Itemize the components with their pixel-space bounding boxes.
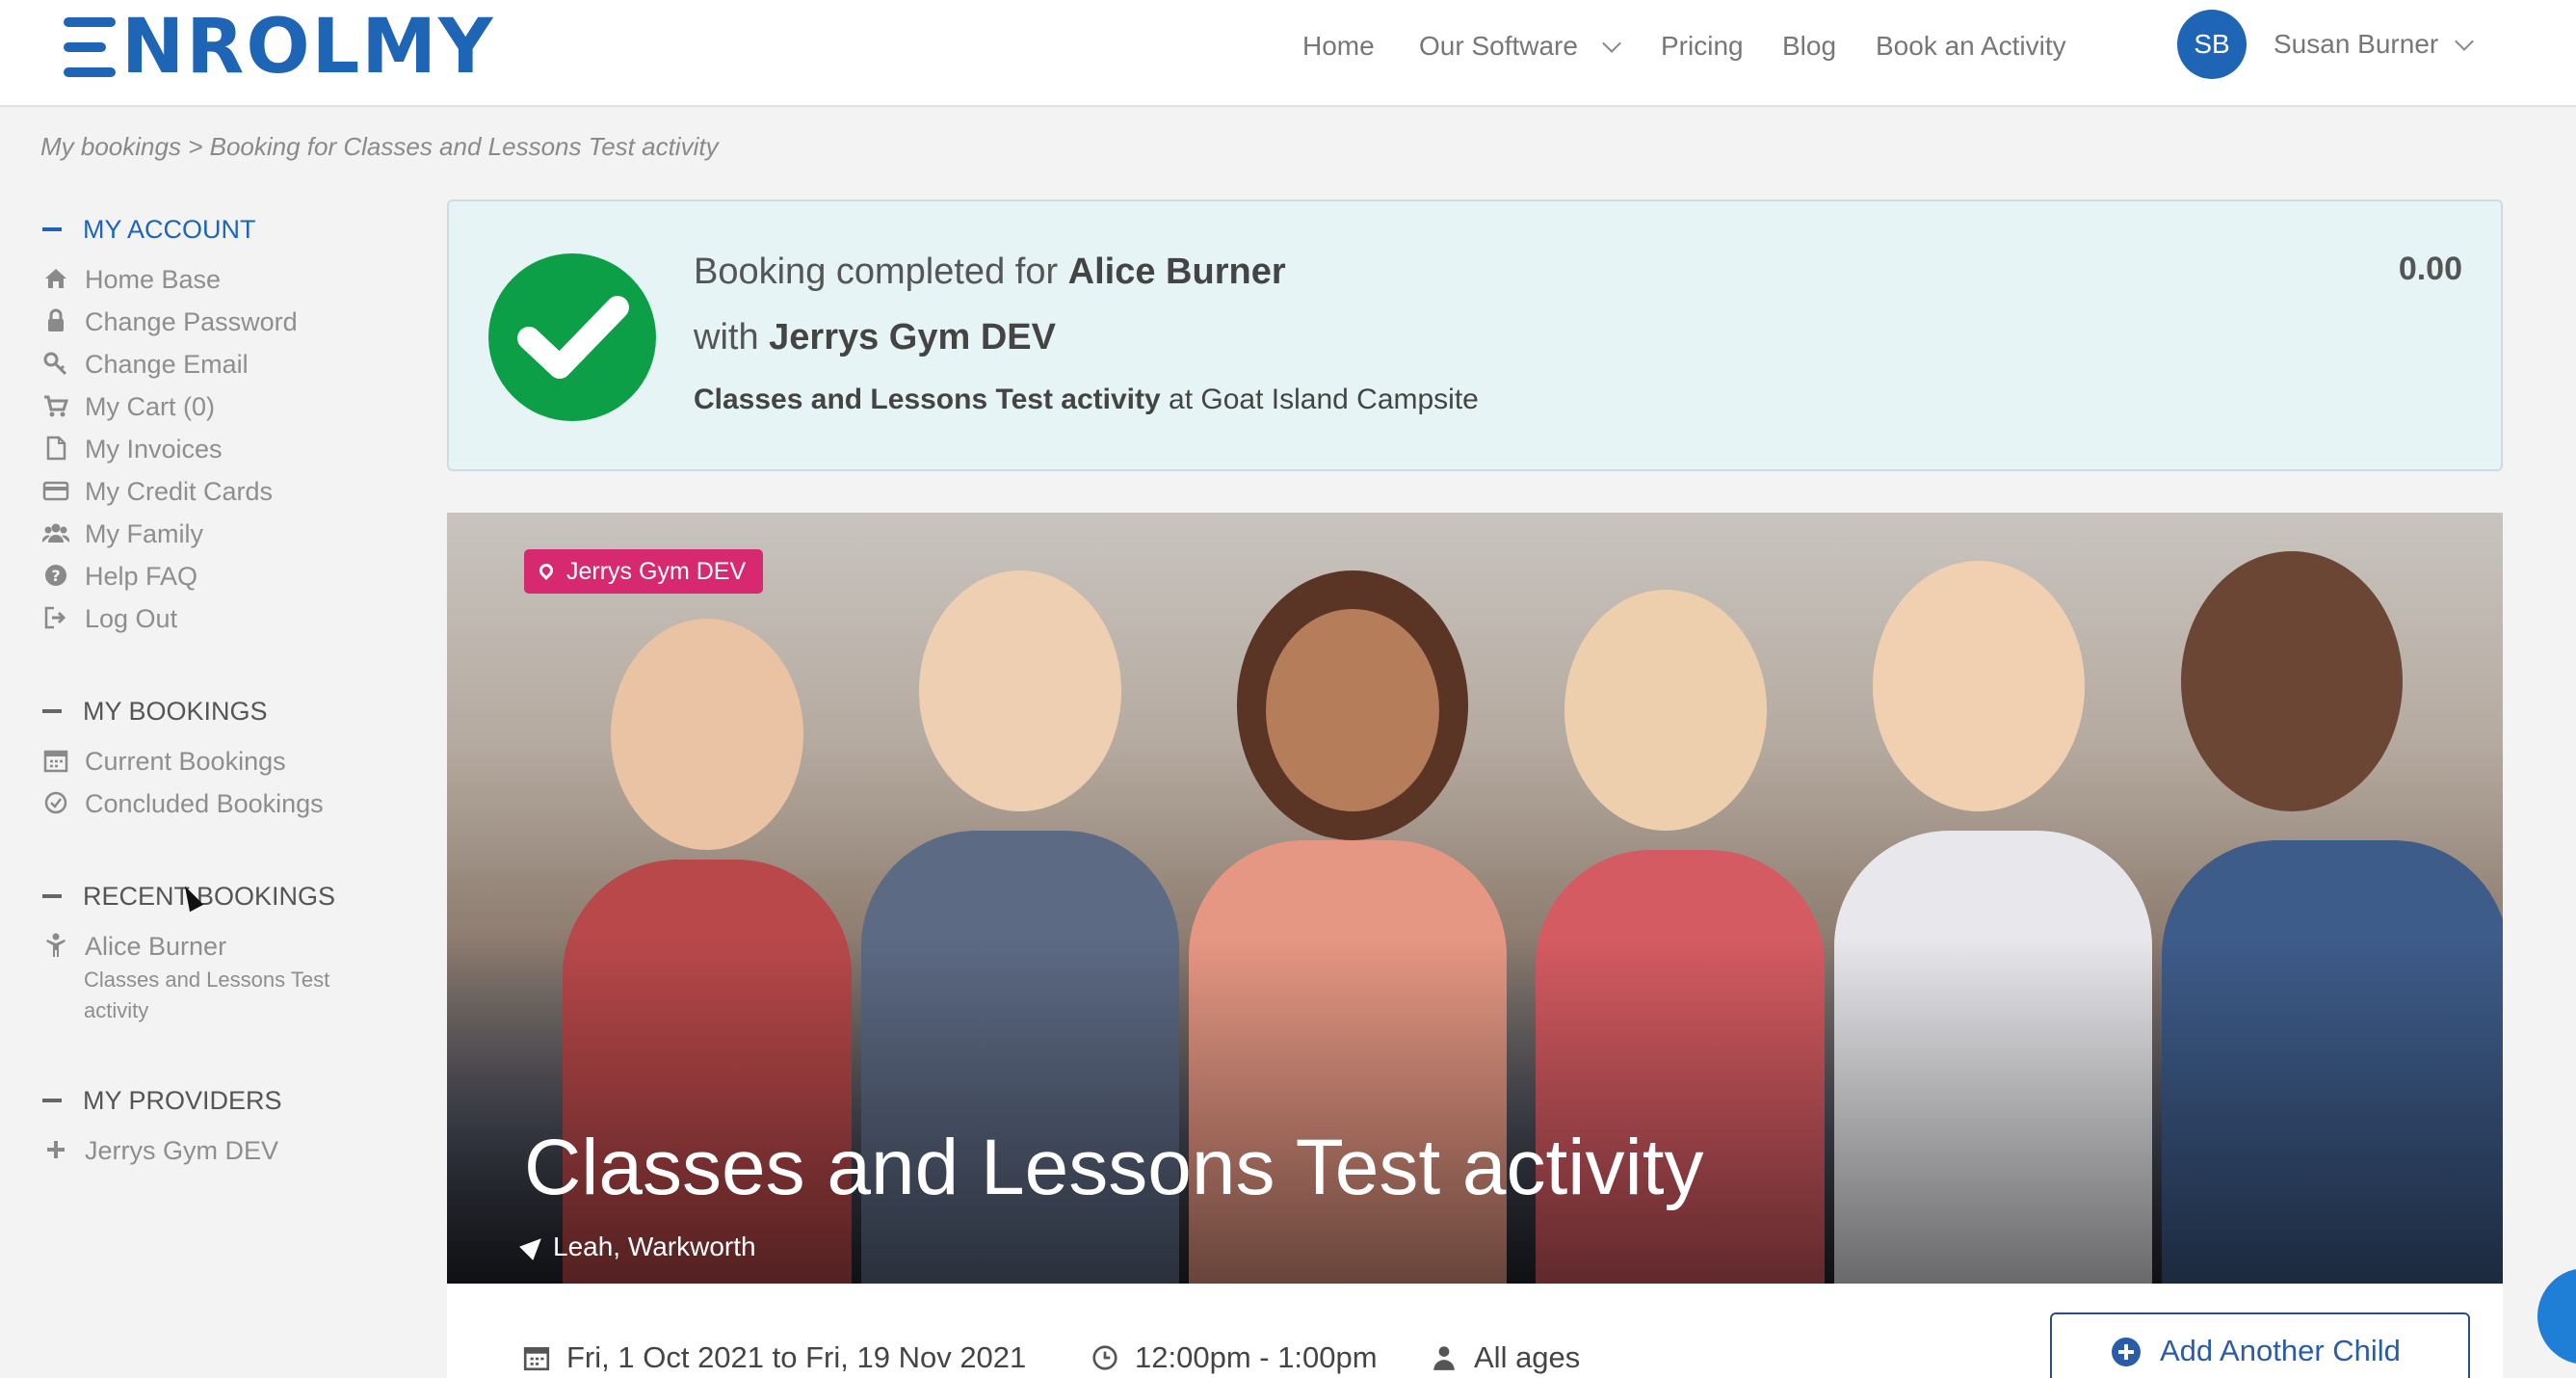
confirmation-activity-name: Classes and Lessons Test activity <box>694 384 1161 415</box>
child-icon <box>42 932 69 959</box>
breadcrumb-current: > Booking for Classes and Lessons Test a… <box>188 132 719 161</box>
clock-icon <box>1091 1342 1119 1371</box>
success-check-icon <box>488 253 656 421</box>
activity-ages: All ages <box>1430 1338 1580 1378</box>
chat-widget-button[interactable] <box>2537 1268 2576 1365</box>
check-circle-icon <box>42 789 69 816</box>
minus-icon <box>42 893 62 898</box>
cart-icon <box>42 392 69 419</box>
home-icon <box>42 265 69 292</box>
users-icon <box>41 519 70 546</box>
chevron-down-icon[interactable] <box>1602 34 1621 53</box>
breadcrumb-my-bookings[interactable]: My bookings <box>40 132 181 161</box>
svg-text:?: ? <box>51 567 60 585</box>
minus-icon <box>42 1098 62 1102</box>
nav-pricing[interactable]: Pricing <box>1661 27 1744 66</box>
question-icon: ? <box>42 562 69 589</box>
location-arrow-icon <box>519 1231 548 1260</box>
breadcrumb: My bookings > Booking for Classes and Le… <box>40 129 719 164</box>
nav-our-software[interactable]: Our Software <box>1419 27 1578 66</box>
enrolmy-logo[interactable]: NROLMY <box>64 10 494 85</box>
user-menu-name[interactable]: Susan Burner <box>2274 25 2438 64</box>
file-icon <box>42 435 69 462</box>
activity-dates: Fri, 1 Oct 2021 to Fri, 19 Nov 2021 <box>522 1338 1026 1378</box>
chevron-down-icon[interactable] <box>2455 32 2474 51</box>
plus-circle-icon <box>2112 1338 2141 1366</box>
activity-hero-image: Jerrys Gym DEV Classes and Lessons Test … <box>447 513 2503 1284</box>
activity-location: Leah, Warkworth <box>519 1228 756 1266</box>
sidebar-heading-my-providers[interactable]: MY PROVIDERS <box>42 1083 282 1118</box>
person-icon <box>1430 1342 1459 1371</box>
logo-e-mark <box>64 17 116 77</box>
confirmation-venue: Goat Island Campsite <box>1200 384 1479 415</box>
sidebar-recent-activity[interactable]: Classes and Lessons Test activity <box>84 965 373 1026</box>
confirmation-line-child: Booking completed for Alice Burner <box>694 252 1286 292</box>
add-another-child-button[interactable]: Add Another Child <box>2050 1312 2470 1378</box>
sidebar-item-change-password[interactable]: Change Password <box>42 305 298 339</box>
minus-icon <box>42 226 62 231</box>
minus-icon <box>42 708 62 713</box>
sidebar-item-concluded-bookings[interactable]: Concluded Bookings <box>42 786 324 821</box>
top-navbar: NROLMY Home Our Software Pricing Blog Bo… <box>0 0 2576 107</box>
logout-icon <box>42 604 69 631</box>
sidebar-item-change-email[interactable]: Change Email <box>42 347 249 382</box>
booking-confirmation-panel: Booking completed for Alice Burner with … <box>447 199 2503 471</box>
nav-book-activity[interactable]: Book an Activity <box>1876 27 2066 66</box>
sidebar-item-log-out[interactable]: Log Out <box>42 601 177 636</box>
sidebar-heading-my-account[interactable]: MY ACCOUNT <box>42 212 256 247</box>
credit-card-icon <box>42 477 69 504</box>
sidebar-item-provider[interactable]: Jerrys Gym DEV <box>42 1133 278 1168</box>
calendar-icon <box>42 747 69 774</box>
sidebar-item-help-faq[interactable]: ? Help FAQ <box>42 559 197 594</box>
activity-time: 12:00pm - 1:00pm <box>1091 1338 1378 1378</box>
sidebar-heading-my-bookings[interactable]: MY BOOKINGS <box>42 694 268 729</box>
sidebar-item-my-family[interactable]: My Family <box>41 517 203 551</box>
provider-tag[interactable]: Jerrys Gym DEV <box>524 549 764 594</box>
lock-icon <box>42 307 69 334</box>
plus-icon <box>42 1136 69 1163</box>
nav-blog[interactable]: Blog <box>1782 27 1836 66</box>
sidebar-item-current-bookings[interactable]: Current Bookings <box>42 744 286 779</box>
user-avatar[interactable]: SB <box>2177 10 2247 79</box>
confirmation-line-provider: with Jerrys Gym DEV <box>694 317 1056 358</box>
nav-home[interactable]: Home <box>1302 27 1375 66</box>
confirmation-provider-name: Jerrys Gym DEV <box>769 317 1056 358</box>
activity-title: Classes and Lessons Test activity <box>524 1124 1704 1211</box>
sidebar-item-recent-person[interactable]: Alice Burner <box>42 929 226 964</box>
sidebar-item-home-base[interactable]: Home Base <box>42 262 221 297</box>
key-icon <box>42 350 69 377</box>
confirmation-line-activity: Classes and Lessons Test activity at Goa… <box>694 384 1479 415</box>
sidebar-item-my-invoices[interactable]: My Invoices <box>42 432 223 466</box>
sidebar-item-my-credit-cards[interactable]: My Credit Cards <box>42 474 273 509</box>
calendar-icon <box>522 1342 551 1371</box>
logo-wordmark: NROLMY <box>121 4 495 91</box>
map-pin-icon <box>537 561 556 581</box>
sidebar-item-my-cart[interactable]: My Cart (0) <box>42 389 215 424</box>
booking-amount: 0.00 <box>2398 251 2462 287</box>
confirmation-child-name: Alice Burner <box>1067 252 1286 292</box>
